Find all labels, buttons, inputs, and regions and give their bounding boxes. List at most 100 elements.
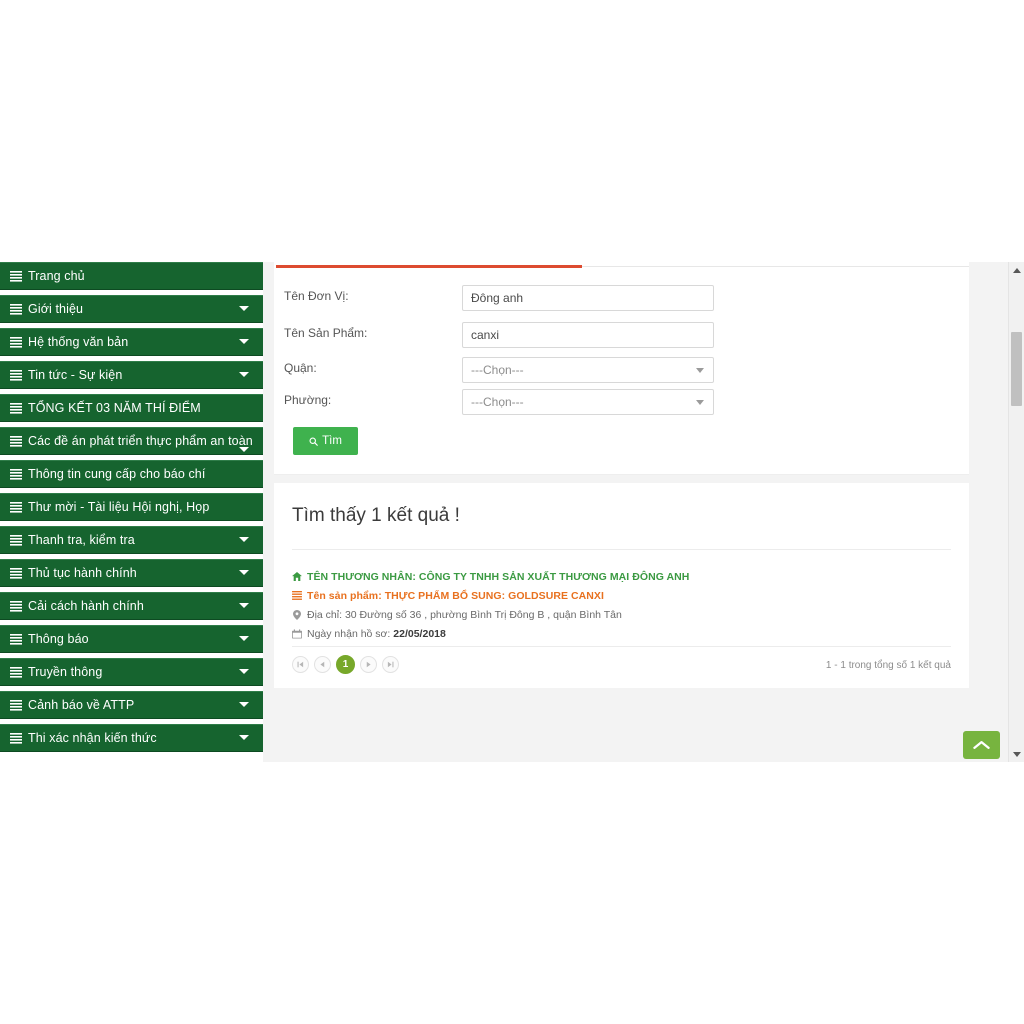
chevron-down-icon	[239, 735, 249, 740]
page-root: { "theme": { "sidebar_green": "#16642f",…	[0, 0, 1024, 1024]
pager-divider	[292, 646, 951, 647]
results-divider	[292, 549, 951, 550]
result-address-line: Địa chỉ: 30 Đường số 36 , phường Bình Tr…	[292, 609, 951, 621]
active-tab-underline	[276, 265, 582, 268]
pagination: 1	[292, 655, 399, 674]
chevron-down-icon	[239, 537, 249, 542]
select-phuong[interactable]: ---Chọn---	[462, 389, 714, 415]
chevron-down-icon	[239, 570, 249, 575]
result-merchant-text: TÊN THƯƠNG NHÂN: CÔNG TY TNHH SẢN XUẤT T…	[307, 571, 690, 583]
list-icon	[10, 303, 22, 315]
chevron-down-icon	[239, 306, 249, 311]
next-page-icon	[366, 661, 371, 668]
select-quan[interactable]: ---Chọn---	[462, 357, 714, 383]
result-date-line: Ngày nhận hồ sơ: 22/05/2018	[292, 628, 951, 640]
main-content: Tên Đơn Vị: Tên Sản Phẩm: Quận: ---Chọn-…	[263, 262, 1008, 762]
results-panel: Tìm thấy 1 kết quả ! TÊN THƯƠNG NHÂN: CÔ…	[274, 483, 969, 688]
pager-first-button[interactable]	[292, 656, 309, 673]
list-icon	[10, 699, 22, 711]
prev-page-icon	[320, 661, 325, 668]
results-title: Tìm thấy 1 kết quả !	[292, 505, 460, 526]
result-date-value: 22/05/2018	[393, 628, 446, 640]
list-icon	[10, 336, 22, 348]
sidebar-item-gioi-thieu[interactable]: Giới thiệu	[0, 295, 263, 323]
sidebar-item-tin-tuc-su-kien[interactable]: Tin tức - Sự kiện	[0, 361, 263, 389]
sidebar-item-label: Truyền thông	[28, 664, 103, 679]
label-ten-san-pham: Tên Sản Phẩm:	[284, 326, 368, 340]
sidebar-item-label: Thủ tục hành chính	[28, 565, 137, 580]
chevron-down-icon	[239, 603, 249, 608]
result-date-text: Ngày nhận hồ sơ: 22/05/2018	[307, 628, 446, 640]
vertical-scrollbar[interactable]	[1008, 262, 1024, 762]
search-panel: Tên Đơn Vị: Tên Sản Phẩm: Quận: ---Chọn-…	[274, 262, 969, 475]
sidebar-item-canh-bao-ve-attp[interactable]: Cảnh báo về ATTP	[0, 691, 263, 719]
pager-prev-button[interactable]	[314, 656, 331, 673]
map-pin-icon	[293, 610, 301, 620]
sidebar-item-label: Các đề án phát triển thực phẩm an toàn	[28, 433, 253, 448]
sidebar-item-cac-de-an-phat-trien-thuc-pham-an-toan[interactable]: Các đề án phát triển thực phẩm an toàn	[0, 427, 263, 455]
list-icon	[10, 270, 22, 282]
sidebar-item-tong-ket-03-nam-thi-diem[interactable]: TỔNG KẾT 03 NĂM THÍ ĐIỂM	[0, 394, 263, 422]
scrollbar-thumb[interactable]	[1011, 332, 1022, 406]
home-icon	[292, 572, 302, 581]
sidebar-item-he-thong-van-ban[interactable]: Hệ thống văn bản	[0, 328, 263, 356]
calendar-icon	[292, 629, 302, 639]
scrollbar-up-button[interactable]	[1009, 262, 1024, 278]
pagination-info: 1 - 1 trong tổng số 1 kết quả	[825, 660, 951, 671]
chevron-down-icon	[239, 447, 249, 452]
sidebar-item-label: Cải cách hành chính	[28, 598, 144, 613]
sidebar-item-label: Giới thiệu	[28, 301, 84, 316]
result-address-label: Địa chỉ:	[307, 609, 343, 621]
sidebar-item-thong-bao[interactable]: Thông báo	[0, 625, 263, 653]
last-page-icon	[387, 661, 394, 668]
scrollbar-down-button[interactable]	[1009, 746, 1024, 762]
list-icon	[10, 468, 22, 480]
list-icon	[10, 732, 22, 744]
sidebar-item-truyen-thong[interactable]: Truyền thông	[0, 658, 263, 686]
sidebar-item-label: Hệ thống văn bản	[28, 334, 129, 349]
sidebar-item-label: Tin tức - Sự kiện	[28, 367, 123, 382]
result-item: TÊN THƯƠNG NHÂN: CÔNG TY TNHH SẢN XUẤT T…	[292, 571, 951, 647]
sidebar-item-label: Thanh tra, kiểm tra	[28, 532, 135, 547]
tab-divider	[582, 266, 969, 267]
result-address-value: 30 Đường số 36 , phường Bình Trị Đông B …	[344, 609, 622, 621]
sidebar-item-thong-tin-cung-cap-cho-bao-chi[interactable]: Thông tin cung cấp cho báo chí	[0, 460, 263, 488]
search-button-label: Tìm	[322, 435, 342, 447]
sidebar-item-label: Thi xác nhận kiến thức	[28, 730, 157, 745]
list-icon	[10, 435, 22, 447]
sidebar-item-thanh-tra-kiem-tra[interactable]: Thanh tra, kiểm tra	[0, 526, 263, 554]
sidebar-item-thi-xac-nhan-kien-thuc[interactable]: Thi xác nhận kiến thức	[0, 724, 263, 752]
result-product-line: Tên sản phẩm: THỰC PHẨM BỔ SUNG: GOLDSUR…	[292, 590, 951, 602]
input-ten-don-vi[interactable]	[462, 285, 714, 311]
sidebar-item-label: Trang chủ	[28, 268, 85, 283]
pager-page-1[interactable]: 1	[336, 655, 355, 674]
list-icon	[10, 369, 22, 381]
list-icon	[10, 501, 22, 513]
list-icon	[10, 633, 22, 645]
label-ten-don-vi: Tên Đơn Vị:	[284, 289, 349, 303]
list-icon	[10, 666, 22, 678]
sidebar-item-trang-chu[interactable]: Trang chủ	[0, 262, 263, 290]
sidebar-item-thu-moi-tai-lieu-hoi-nghi-hop[interactable]: Thư mời - Tài liệu Hội nghị, Họp	[0, 493, 263, 521]
result-address-text: Địa chỉ: 30 Đường số 36 , phường Bình Tr…	[307, 609, 622, 621]
list-icon	[292, 591, 302, 600]
list-icon	[10, 534, 22, 546]
result-merchant-line: TÊN THƯƠNG NHÂN: CÔNG TY TNHH SẢN XUẤT T…	[292, 571, 951, 583]
sidebar-menu: Trang chủ Giới thiệu Hệ thống văn bản Ti…	[0, 262, 263, 757]
input-ten-san-pham[interactable]	[462, 322, 714, 348]
pager-last-button[interactable]	[382, 656, 399, 673]
label-quan: Quận:	[284, 361, 317, 375]
search-button[interactable]: Tìm	[293, 427, 358, 455]
pager-next-button[interactable]	[360, 656, 377, 673]
chevron-down-icon	[239, 669, 249, 674]
scroll-to-top-button[interactable]	[963, 731, 1000, 759]
search-icon	[309, 436, 318, 446]
sidebar-item-thu-tuc-hanh-chinh[interactable]: Thủ tục hành chính	[0, 559, 263, 587]
sidebar-item-label: Thư mời - Tài liệu Hội nghị, Họp	[28, 499, 210, 514]
list-icon	[10, 567, 22, 579]
sidebar-item-cai-cach-hanh-chinh[interactable]: Cải cách hành chính	[0, 592, 263, 620]
chevron-down-icon	[239, 339, 249, 344]
scroll-down-arrow-icon	[1012, 751, 1021, 757]
list-icon	[10, 600, 22, 612]
sidebar-item-label: TỔNG KẾT 03 NĂM THÍ ĐIỂM	[28, 400, 201, 415]
